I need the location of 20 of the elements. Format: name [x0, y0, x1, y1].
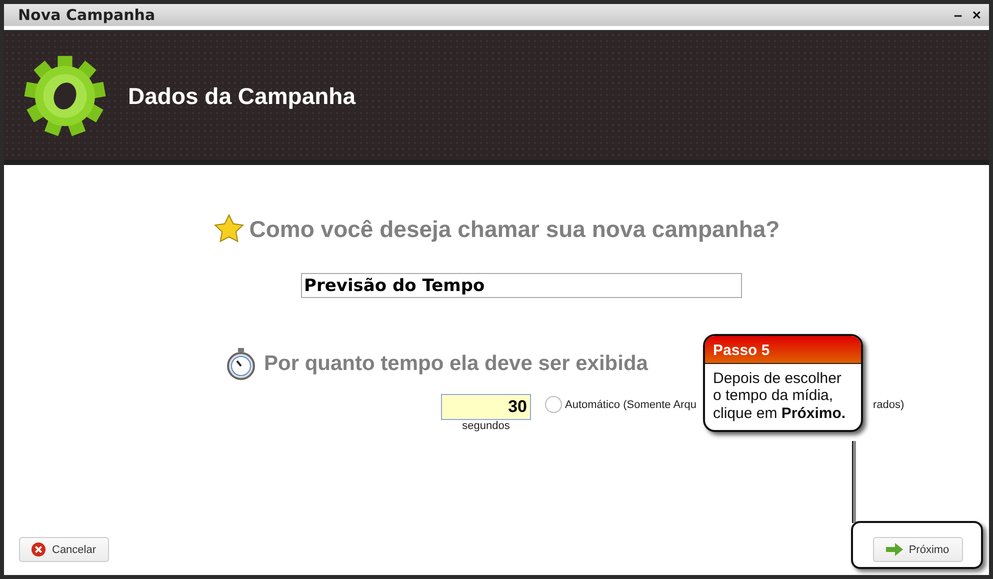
- star-icon: [213, 213, 246, 245]
- option-label: rados): [873, 398, 904, 410]
- unit-label: segundos: [462, 420, 510, 432]
- arrow-right-icon: [886, 543, 903, 556]
- cancel-icon: [31, 542, 46, 557]
- header-title: Dados da Campanha: [128, 82, 356, 110]
- question-text: Por quanto tempo ela deve ser exibida: [264, 352, 648, 376]
- callout-title: Passo 5: [705, 336, 861, 364]
- question-text: Como você deseja chamar sua nova campanha?: [249, 216, 780, 242]
- duration-field[interactable]: 30: [441, 394, 531, 420]
- close-button[interactable]: ×: [972, 6, 981, 24]
- radio-button[interactable]: [545, 396, 562, 413]
- window-title: Nova Campanha: [18, 6, 156, 24]
- campaign-name-field[interactable]: Previsão do Tempo: [301, 273, 742, 298]
- stopwatch-icon: [226, 348, 256, 380]
- callout-text: Depois de escolher o tempo da mídia, clique em Próximo.: [712, 369, 847, 424]
- minimize-button[interactable]: –: [954, 6, 962, 24]
- next-button[interactable]: Próximo: [873, 537, 963, 562]
- cancel-button[interactable]: Cancelar: [19, 537, 110, 562]
- option-label: Automático (Somente Arqu: [565, 398, 696, 410]
